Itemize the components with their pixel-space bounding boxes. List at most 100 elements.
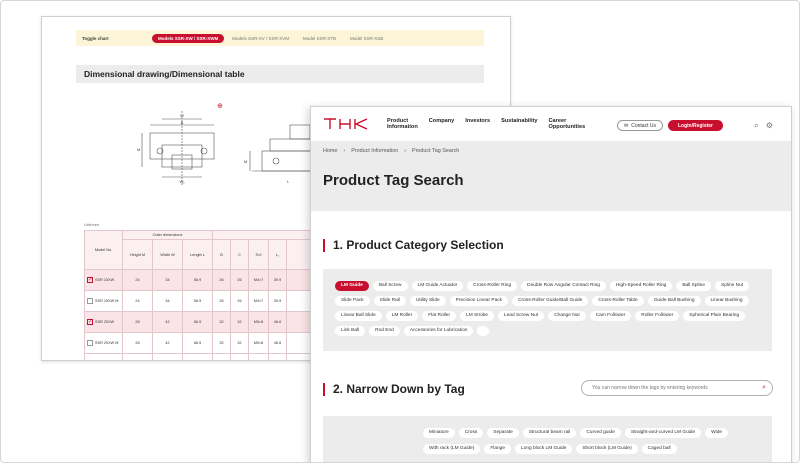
section-narrow-title: 2. Narrow Down by Tag (323, 383, 465, 396)
category-tag[interactable]: Spline Nut (715, 281, 750, 291)
category-tag[interactable]: Ball Screw (372, 281, 408, 291)
thk-logo[interactable] (323, 117, 369, 131)
row-checkbox[interactable]: ✓ (87, 277, 93, 283)
category-tag[interactable]: Precision Linear Pack (449, 296, 509, 306)
nav-sustainability[interactable]: Sustainability (501, 118, 537, 131)
row-checkbox[interactable]: ✓ (87, 319, 93, 325)
search-icon[interactable]: ⌕ (762, 381, 766, 395)
table-cell: 32 (212, 332, 231, 354)
narrow-tag[interactable]: Curved guide (580, 428, 621, 438)
category-tag[interactable]: LM Roller (385, 311, 419, 321)
tag-search-input[interactable]: You can narrow down the tags by entering… (581, 380, 773, 396)
category-tag[interactable]: Flat Roller (422, 311, 457, 321)
table-cell: 42 (152, 311, 183, 333)
contact-us-label: Contact Us (631, 122, 656, 129)
toggle-model-1[interactable]: Models SSR-XV / SSR-XVM (232, 36, 289, 41)
category-tag[interactable]: Cross-Roller Guide/Ball Guide (512, 296, 589, 306)
table-cell: M5×8 (248, 311, 269, 333)
gear-icon[interactable]: ⚙ (765, 121, 774, 130)
table-subheader: Width W (152, 239, 183, 270)
narrow-tag-list: Miniature Cross Separate Structural beam ra… (423, 428, 763, 454)
narrow-tag[interactable]: Wide (705, 428, 729, 438)
narrow-tag[interactable]: Straight-and-curved LM Guide (624, 428, 702, 438)
model-label: SSR 20XW M (95, 341, 119, 345)
category-tag[interactable]: Cross-Roller Table (592, 296, 644, 306)
dimension-section-title: Dimensional drawing/Dimensional table (76, 65, 484, 83)
category-tag-list: LM Guide Ball Screw LM Guide Actuator Cross… (335, 281, 765, 336)
table-cell-model: SSR 20XW M (84, 332, 123, 354)
narrow-tag[interactable]: Long block LM Guide (515, 444, 573, 454)
category-tag[interactable]: Link Ball (335, 326, 366, 336)
model-label: SSR 15XW (95, 278, 115, 282)
category-tag[interactable]: Cam Follower (589, 311, 632, 321)
category-tag[interactable]: LM Stroke (460, 311, 494, 321)
category-tag[interactable]: Linear Bushing (704, 296, 749, 306)
table-cell (182, 353, 213, 360)
category-tag[interactable]: Guide Ball Bushing (647, 296, 701, 306)
narrow-tag[interactable]: Miniature (423, 428, 455, 438)
login-register-button[interactable]: Login/Register (668, 120, 723, 131)
nav-investors[interactable]: Investors (465, 118, 490, 131)
narrow-tag[interactable]: Caged ball (641, 444, 677, 454)
screenshot-frame: Toggle chart Models SSR-XW / SSR-XWM Mod… (0, 0, 800, 463)
narrow-tag[interactable]: With rack (LM Guide) (423, 444, 481, 454)
category-tag[interactable]: Roller Follower (635, 311, 680, 321)
toggle-model-3[interactable]: Model SSR-XSB (350, 36, 383, 41)
row-checkbox[interactable] (87, 298, 93, 304)
search-icon[interactable]: ⌕ (752, 121, 761, 130)
table-cell: 34 (152, 290, 183, 312)
category-tag[interactable]: LM Guide (335, 281, 369, 291)
category-tag[interactable]: Lead Screw Nut (497, 311, 545, 321)
table-cell: 42 (152, 332, 183, 354)
table-cell: 28 (122, 332, 153, 354)
category-tag[interactable] (477, 326, 490, 336)
narrow-tag[interactable]: Cross (458, 428, 484, 438)
category-tag[interactable]: Accessories for Lubrication (403, 326, 474, 336)
svg-text:L: L (287, 179, 290, 184)
narrow-tag[interactable]: Structural beam rail (522, 428, 577, 438)
category-tag[interactable]: Double Row Angular Contact Ring (521, 281, 606, 291)
category-tag[interactable]: Spherical Plain Bearing (683, 311, 746, 321)
toggle-active-model[interactable]: Models SSR-XW / SSR-XWM (152, 33, 225, 43)
table-cell: 46.6 (268, 332, 287, 354)
thk-logo-icon (324, 118, 368, 130)
tag-panel: Miniature Cross Separate Structural beam ra… (323, 416, 772, 462)
zoom-icon[interactable]: ⊕ (217, 103, 225, 111)
category-panel: LM Guide Ball Screw LM Guide Actuator Cross… (323, 269, 772, 351)
table-cell (230, 353, 249, 360)
narrow-tag[interactable]: Flange (484, 444, 511, 454)
model-label: SSR 15XW M (95, 299, 119, 303)
svg-text:M: M (137, 147, 140, 152)
breadcrumb-product-information[interactable]: Product Information (351, 148, 398, 154)
category-tag[interactable]: Slide Pack (335, 296, 370, 306)
table-cell: 26 (230, 290, 249, 312)
category-tag[interactable]: Rod End (369, 326, 400, 336)
table-cell: M5×8 (248, 332, 269, 354)
table-cell: 32 (212, 311, 231, 333)
category-tag[interactable]: Utility Slide (409, 296, 446, 306)
dimensional-drawing-side: M L (244, 124, 313, 184)
table-subheader: S×ℓ (248, 239, 269, 270)
toggle-chart-label: Toggle chart (82, 35, 109, 41)
nav-career-opportunities[interactable]: Career Opportunities (549, 118, 586, 131)
table-cell-model (84, 353, 123, 360)
narrow-tag[interactable]: Separate (487, 428, 519, 438)
category-tag[interactable]: LM Guide Actuator (411, 281, 464, 291)
table-cell: 26 (212, 290, 231, 312)
mail-icon: ✉ (624, 122, 629, 129)
category-tag[interactable]: High-Speed Roller Ring (609, 281, 673, 291)
nav-product-information[interactable]: Product Information (387, 118, 418, 131)
breadcrumb-home[interactable]: Home (323, 148, 337, 154)
toggle-model-2[interactable]: Model SSR-XTB (303, 36, 336, 41)
category-tag[interactable]: Ball Spline (676, 281, 711, 291)
category-tag[interactable]: Change Nut (548, 311, 586, 321)
table-cell: 24 (122, 290, 153, 312)
category-tag[interactable]: Cross-Roller Ring (467, 281, 518, 291)
narrow-tag[interactable]: Short block (LM Guide) (576, 444, 638, 454)
contact-us-button[interactable]: ✉ Contact Us (617, 120, 663, 131)
row-checkbox[interactable] (87, 340, 93, 346)
category-tag[interactable]: Linear Ball Slide (335, 311, 382, 321)
unit-label: Unit:mm (84, 222, 99, 227)
nav-company[interactable]: Company (429, 118, 455, 131)
category-tag[interactable]: Slide Rail (373, 296, 406, 306)
